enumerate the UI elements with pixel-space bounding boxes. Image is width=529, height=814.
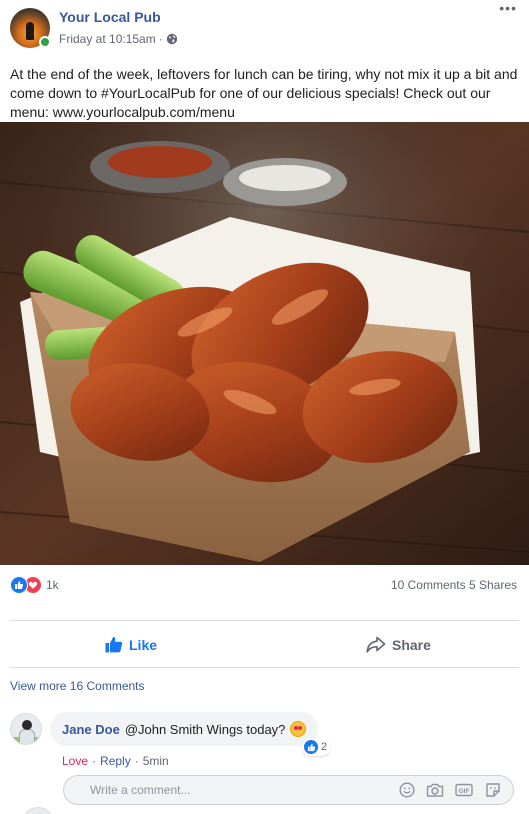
post-text: At the end of the week, leftovers for lu… [10,66,518,120]
reaction-count: 1k [46,578,59,592]
comment-text: @John Smith Wings today? [124,721,286,737]
sticker-icon[interactable] [485,782,501,798]
online-status-dot [39,36,51,48]
divider [10,620,519,621]
current-user-avatar [22,807,54,814]
comment-separator: · [92,754,97,768]
meta-separator: · [158,32,163,46]
like-reaction-icon [10,576,28,594]
share-button[interactable]: Share [366,636,431,653]
svg-text:GIF: GIF [459,788,470,795]
page-avatar[interactable] [10,8,51,48]
chicken-wings-photo [0,122,529,565]
like-button-label: Like [129,636,158,653]
thumbs-up-icon [105,636,123,653]
comment-separator: · [134,754,139,768]
commenter-avatar[interactable] [10,713,42,745]
share-arrow-icon [366,636,386,653]
like-reaction-icon [303,739,319,755]
post-timestamp[interactable]: Friday at 10:15am [59,32,156,46]
comment-love-link[interactable]: Love [62,754,88,768]
comments-shares-count[interactable]: 10 Comments 5 Shares [391,578,517,592]
emoji-icon[interactable] [399,782,415,798]
heart-eyes-emoji-icon [290,721,307,737]
comment-reaction-count: 2 [321,741,328,753]
page-name-link[interactable]: Your Local Pub [59,9,161,25]
reaction-summary[interactable]: 1k [10,576,59,594]
comment-actions: Love · Reply · 5min [62,754,169,768]
gif-icon[interactable]: GIF [455,782,473,798]
divider [10,667,519,668]
more-options-icon[interactable]: ••• [499,0,517,16]
post-photo[interactable] [0,122,529,565]
comment-author-link[interactable]: Jane Doe [62,722,120,737]
comment-reply-link[interactable]: Reply [100,754,131,768]
comment-time[interactable]: 5min [143,754,169,768]
write-comment-input[interactable]: Write a comment... [63,775,514,805]
comment-reaction-badge[interactable]: 2 [302,738,331,756]
like-button[interactable]: Like [105,636,157,653]
post-meta: Friday at 10:15am · [59,32,178,46]
comment-bubble: Jane Doe @John Smith Wings today? [50,712,319,746]
camera-icon[interactable] [426,782,444,798]
share-button-label: Share [392,636,431,653]
view-more-comments-link[interactable]: View more 16 Comments [10,679,145,693]
globe-icon[interactable] [166,33,178,45]
